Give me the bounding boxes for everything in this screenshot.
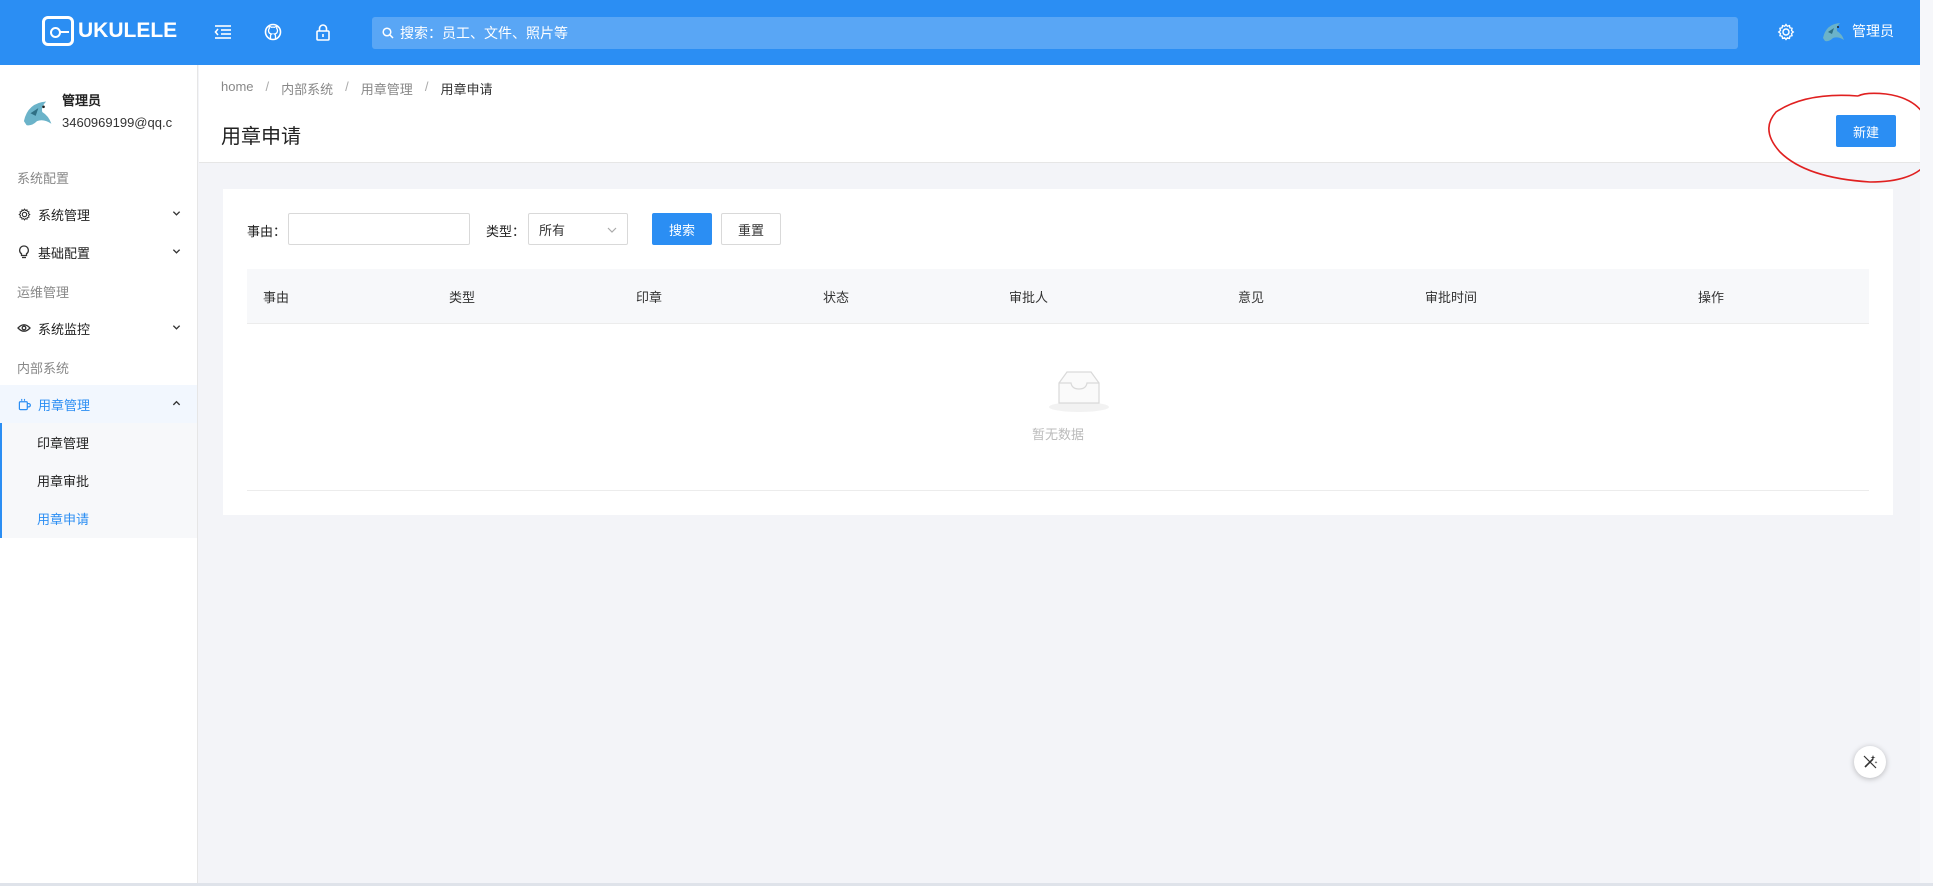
group-label-ops: 运维管理 bbox=[17, 285, 70, 300]
gear-icon bbox=[17, 207, 31, 221]
column-header: 类型 bbox=[449, 290, 476, 305]
sidebar-item-label: 系统监控 bbox=[38, 321, 91, 337]
sidebar-item-system-monitor[interactable]: 系统监控 bbox=[0, 309, 197, 347]
breadcrumb-internal[interactable]: 内部系统 bbox=[281, 79, 333, 98]
column-header: 状态 bbox=[823, 290, 850, 305]
column-header: 意见 bbox=[1238, 290, 1265, 305]
chevron-up-icon bbox=[172, 400, 181, 406]
annotation-circle bbox=[1768, 92, 1933, 183]
breadcrumb-separator: / bbox=[265, 79, 270, 94]
chevron-down-icon bbox=[172, 249, 181, 254]
profile-email: 3460969199@qq.c bbox=[62, 115, 173, 130]
logo-text: UKULELE bbox=[78, 19, 178, 42]
gear-icon[interactable] bbox=[1774, 20, 1798, 44]
logo-icon bbox=[42, 16, 74, 46]
sidebar-item-system-manage[interactable]: 系统管理 bbox=[0, 195, 197, 233]
eye-icon bbox=[17, 321, 31, 335]
empty-inbox-icon bbox=[1049, 371, 1109, 412]
scrollbar-track[interactable] bbox=[1920, 0, 1933, 886]
bulb-icon bbox=[17, 245, 31, 259]
type-label: 类型： bbox=[486, 224, 526, 239]
sidebar: 管理员 3460969199@qq.c 系统配置 系统管理 基础配置 运维管理 … bbox=[0, 65, 198, 883]
table-empty-state: 暂无数据 bbox=[247, 324, 1869, 491]
magic-wand-icon bbox=[1863, 755, 1878, 769]
cup-icon bbox=[17, 397, 31, 411]
github-icon[interactable] bbox=[261, 20, 285, 44]
search-placeholder: 搜索：员工、文件、照片等 bbox=[400, 25, 568, 41]
sidebar-item-seal-manage[interactable]: 印章管理 bbox=[0, 423, 197, 461]
chevron-down-icon bbox=[172, 325, 181, 330]
breadcrumb-home[interactable]: home bbox=[221, 79, 254, 98]
sidebar-item-seal-group[interactable]: 用章管理 bbox=[0, 385, 197, 423]
reason-input[interactable] bbox=[288, 213, 470, 245]
chevron-down-icon bbox=[172, 211, 181, 216]
search-button[interactable]: 搜索 bbox=[652, 213, 712, 245]
column-header: 印章 bbox=[636, 290, 663, 305]
empty-text: 暂无数据 bbox=[1031, 427, 1084, 442]
reset-button[interactable]: 重置 bbox=[721, 213, 781, 245]
breadcrumb-separator: / bbox=[345, 79, 349, 94]
header-user-name: 管理员 bbox=[1852, 23, 1894, 39]
menu-fold-icon[interactable] bbox=[211, 20, 235, 44]
group-label-system-config: 系统配置 bbox=[17, 171, 70, 186]
column-header: 事由 bbox=[263, 290, 290, 305]
sidebar-item-seal-apply[interactable]: 用章申请 bbox=[0, 499, 197, 537]
user-profile: 管理员 3460969199@qq.c bbox=[20, 90, 174, 130]
avatar bbox=[23, 101, 52, 126]
column-header: 审批时间 bbox=[1425, 290, 1478, 305]
type-select[interactable]: 所有 bbox=[528, 213, 628, 245]
breadcrumb-seal-manage[interactable]: 用章管理 bbox=[361, 79, 413, 98]
sidebar-item-label: 用章管理 bbox=[38, 397, 91, 413]
page-title: 用章申请 bbox=[221, 126, 301, 148]
top-header: UKULELE 搜索：员工、文件、照片等 管理员 bbox=[0, 0, 1920, 65]
group-label-internal: 内部系统 bbox=[17, 361, 70, 376]
sidebar-item-seal-approve[interactable]: 用章审批 bbox=[0, 461, 197, 499]
avatar bbox=[1823, 23, 1844, 42]
chevron-down-icon bbox=[607, 227, 617, 233]
type-select-value: 所有 bbox=[539, 222, 566, 238]
column-header: 操作 bbox=[1698, 290, 1725, 305]
header-user-menu[interactable]: 管理员 bbox=[1820, 18, 1894, 44]
breadcrumb-current: 用章申请 bbox=[440, 82, 493, 97]
lock-icon[interactable] bbox=[311, 20, 335, 44]
global-search-input[interactable]: 搜索：员工、文件、照片等 bbox=[372, 17, 1738, 49]
sidebar-item-label: 系统管理 bbox=[38, 207, 91, 223]
profile-name: 管理员 bbox=[62, 93, 102, 108]
sidebar-item-label: 基础配置 bbox=[38, 245, 91, 261]
sidebar-item-basic-config[interactable]: 基础配置 bbox=[0, 233, 197, 271]
table-header: 事由 类型 印章 状态 审批人 意见 审批时间 操作 bbox=[247, 269, 1869, 324]
magic-wand-button[interactable] bbox=[1854, 746, 1886, 778]
reason-label: 事由： bbox=[247, 224, 287, 239]
logo[interactable]: UKULELE bbox=[42, 16, 177, 46]
submenu-seal: 用章管理 印章管理 用章审批 用章申请 bbox=[0, 385, 197, 538]
search-icon bbox=[382, 27, 394, 39]
content-card: 事由： 类型： 所有 搜索 重置 事由 类型 印章 状态 审批人 意见 审批时间… bbox=[223, 189, 1893, 515]
page-header: home / 内部系统 / 用章管理 / 用章申请 用章申请 新建 bbox=[199, 65, 1933, 163]
breadcrumb-separator: / bbox=[424, 79, 429, 94]
breadcrumb: home / 内部系统 / 用章管理 / 用章申请 bbox=[221, 79, 504, 98]
column-header: 审批人 bbox=[1009, 290, 1049, 305]
